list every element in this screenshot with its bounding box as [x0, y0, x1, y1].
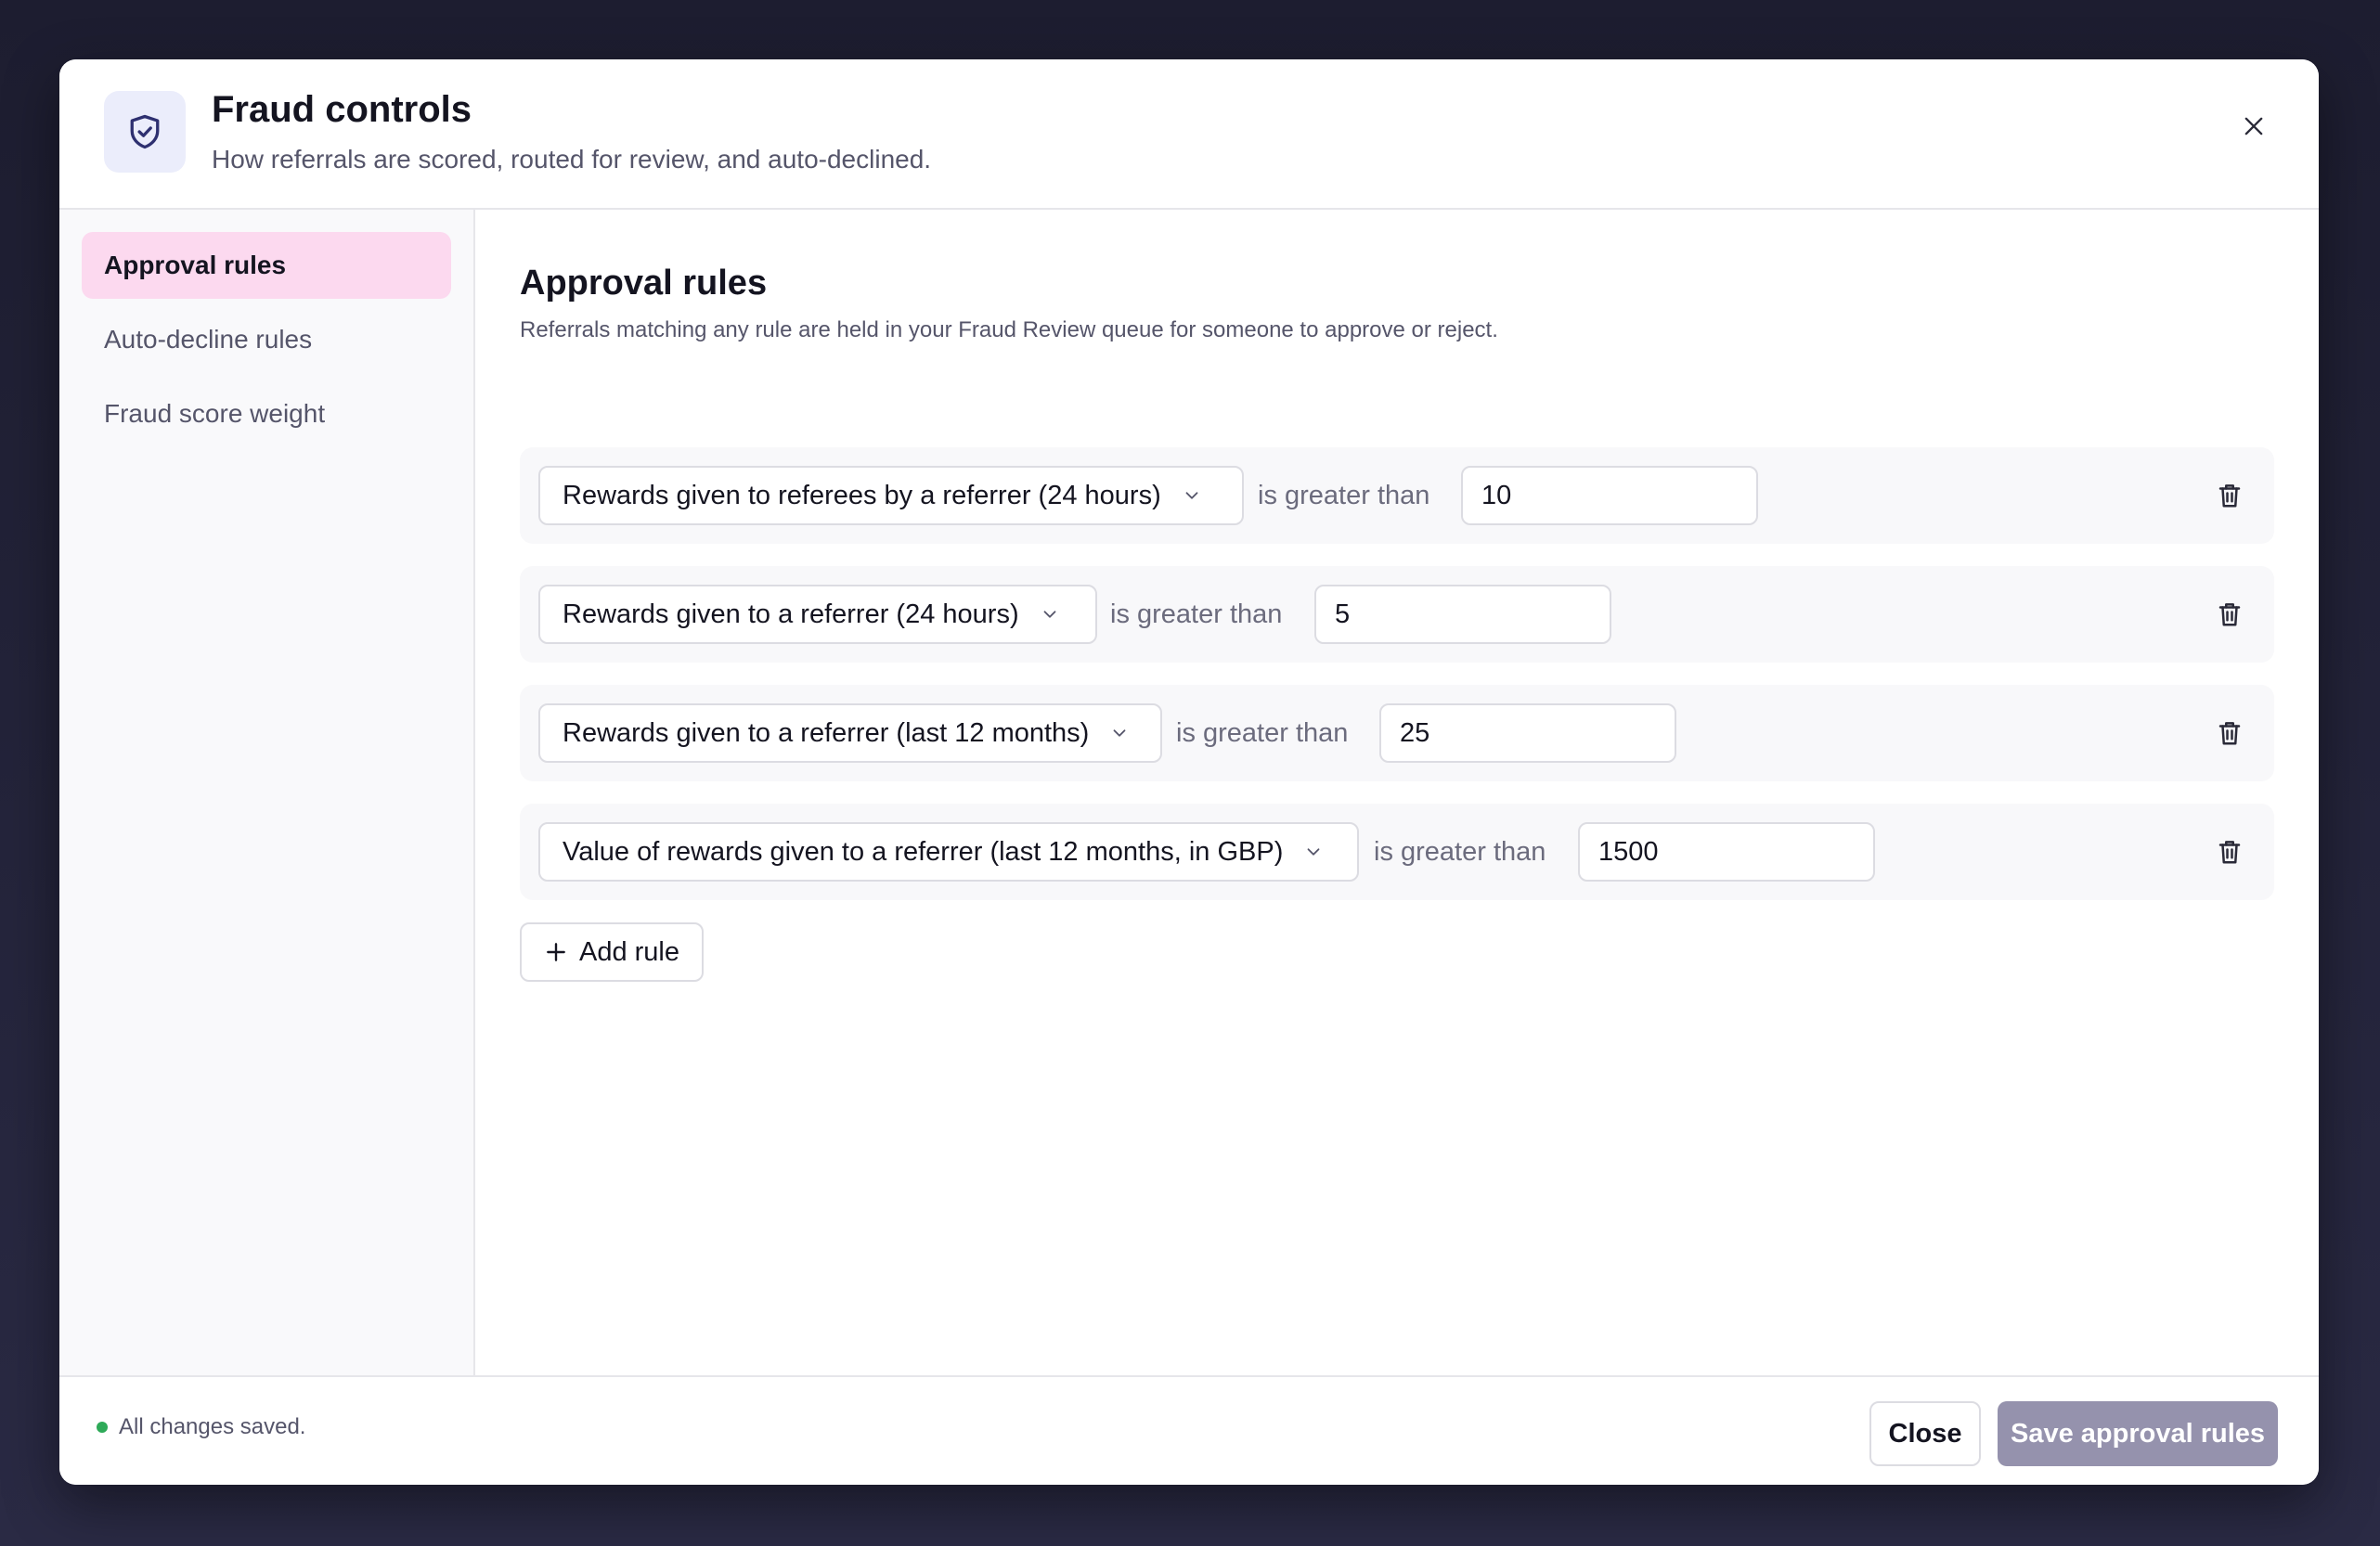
chevron-down-icon: [1040, 604, 1060, 625]
section-title: Approval rules: [520, 264, 768, 303]
chevron-down-icon: [1182, 485, 1202, 506]
approval-rules-panel: Approval rules Referrals matching any ru…: [475, 210, 2319, 1375]
add-rule-label: Add rule: [578, 936, 679, 967]
chevron-down-icon: [1109, 723, 1130, 743]
trash-icon[interactable]: [2209, 475, 2250, 516]
rule-threshold-input[interactable]: [1314, 585, 1611, 644]
save-status-text: All changes saved.: [119, 1414, 306, 1439]
sidebar-item-label: Auto-decline rules: [104, 325, 313, 354]
rule-metric-select[interactable]: Value of rewards given to a referrer (la…: [538, 822, 1359, 882]
rule-row: Rewards given to a referrer (24 hours) i…: [520, 566, 2274, 663]
rule-row: Rewards given to referees by a referrer …: [520, 447, 2274, 544]
rule-threshold-input[interactable]: [1379, 703, 1676, 763]
sidebar-item-approval-rules[interactable]: Approval rules: [82, 232, 451, 299]
status-dot-icon: [97, 1422, 108, 1433]
rule-operator: is greater than: [1374, 836, 1546, 867]
sidebar-item-fraud-score-weight[interactable]: Fraud score weight: [82, 380, 451, 447]
modal-footer: All changes saved. Close Save approval r…: [59, 1375, 2319, 1485]
close-button[interactable]: Close: [1869, 1401, 1981, 1466]
modal-title: Fraud controls: [212, 89, 472, 130]
sidebar-item-label: Approval rules: [104, 251, 287, 279]
save-approval-rules-button[interactable]: Save approval rules: [1998, 1401, 2278, 1466]
plus-icon: [544, 940, 568, 964]
rule-operator: is greater than: [1110, 599, 1283, 629]
save-status: All changes saved.: [97, 1414, 305, 1440]
rule-metric-value: Value of rewards given to a referrer (la…: [563, 836, 1284, 867]
trash-icon[interactable]: [2209, 713, 2250, 754]
settings-sidebar: Approval rules Auto-decline rules Fraud …: [59, 210, 475, 1375]
trash-icon[interactable]: [2209, 594, 2250, 635]
rule-operator: is greater than: [1176, 717, 1349, 748]
rule-metric-value: Rewards given to referees by a referrer …: [563, 480, 1161, 510]
rule-operator: is greater than: [1258, 480, 1430, 510]
chevron-down-icon: [1303, 842, 1324, 862]
rule-metric-value: Rewards given to a referrer (last 12 mon…: [563, 717, 1090, 748]
rule-row: Rewards given to a referrer (last 12 mon…: [520, 685, 2274, 781]
section-description: Referrals matching any rule are held in …: [520, 317, 1498, 342]
trash-icon[interactable]: [2209, 831, 2250, 872]
add-rule-button[interactable]: Add rule: [520, 922, 704, 982]
rule-threshold-input[interactable]: [1461, 466, 1758, 525]
sidebar-item-label: Fraud score weight: [104, 399, 326, 428]
rule-metric-value: Rewards given to a referrer (24 hours): [563, 599, 1019, 629]
shield-check-icon: [104, 91, 186, 173]
rule-metric-select[interactable]: Rewards given to a referrer (24 hours): [538, 585, 1097, 644]
close-icon[interactable]: [2231, 104, 2276, 148]
rule-metric-select[interactable]: Rewards given to referees by a referrer …: [538, 466, 1244, 525]
modal-header: Fraud controls How referrals are scored,…: [59, 59, 2319, 210]
rule-threshold-input[interactable]: [1578, 822, 1875, 882]
modal-subtitle: How referrals are scored, routed for rev…: [212, 145, 932, 174]
fraud-controls-modal: Fraud controls How referrals are scored,…: [59, 59, 2319, 1485]
rule-metric-select[interactable]: Rewards given to a referrer (last 12 mon…: [538, 703, 1162, 763]
sidebar-item-auto-decline-rules[interactable]: Auto-decline rules: [82, 306, 451, 373]
rule-row: Value of rewards given to a referrer (la…: [520, 804, 2274, 900]
